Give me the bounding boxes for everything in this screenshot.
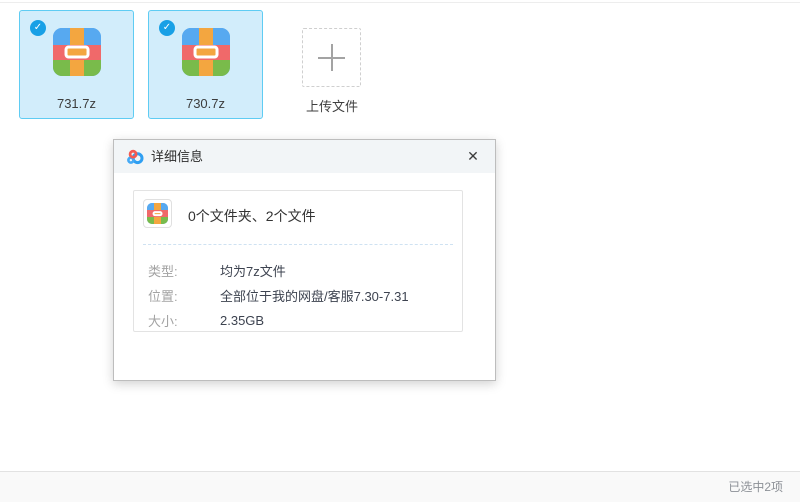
netdisk-logo-icon (126, 148, 144, 166)
selection-count: 已选中2项 (728, 480, 783, 494)
detail-label: 大小: (148, 311, 220, 330)
dialog-header[interactable]: 详细信息 ✕ (114, 140, 495, 173)
detail-rows: 类型: 均为7z文件 位置: 全部位于我的网盘/客服7.30-7.31 大小: … (148, 258, 452, 333)
detail-row-size: 大小: 2.35GB (148, 308, 452, 333)
file-name: 731.7z (20, 96, 133, 111)
selection-summary: 0个文件夹、2个文件 (188, 206, 316, 226)
archive-7z-icon (53, 28, 101, 76)
archive-7z-icon (182, 28, 230, 76)
file-name: 730.7z (149, 96, 262, 111)
selected-check-icon[interactable]: ✓ (30, 20, 46, 36)
detail-value: 全部位于我的网盘/客服7.30-7.31 (220, 286, 409, 305)
summary-file-thumb (143, 199, 172, 228)
upload-file-button[interactable] (302, 28, 361, 87)
detail-panel: 0个文件夹、2个文件 类型: 均为7z文件 位置: 全部位于我的网盘/客服7.3… (133, 190, 463, 332)
detail-label: 位置: (148, 286, 220, 305)
dialog-title: 详细信息 (151, 140, 203, 173)
detail-row-location: 位置: 全部位于我的网盘/客服7.30-7.31 (148, 283, 452, 308)
file-tile-731[interactable]: ✓ 731.7z (19, 10, 134, 119)
dashed-divider (143, 244, 453, 245)
archive-7z-icon (147, 203, 168, 224)
close-icon[interactable]: ✕ (461, 140, 485, 173)
status-bar: 已选中2项 (0, 471, 800, 502)
detail-value: 均为7z文件 (220, 261, 286, 280)
detail-label: 类型: (148, 261, 220, 280)
detail-row-type: 类型: 均为7z文件 (148, 258, 452, 283)
top-divider (0, 2, 800, 3)
upload-file-label: 上传文件 (272, 96, 392, 115)
detail-value: 2.35GB (220, 313, 264, 328)
file-tile-730[interactable]: ✓ 730.7z (148, 10, 263, 119)
selected-check-icon[interactable]: ✓ (159, 20, 175, 36)
details-dialog: 详细信息 ✕ 0个文件夹、2个文件 类型: 均为7z文件 位置: (113, 139, 496, 381)
